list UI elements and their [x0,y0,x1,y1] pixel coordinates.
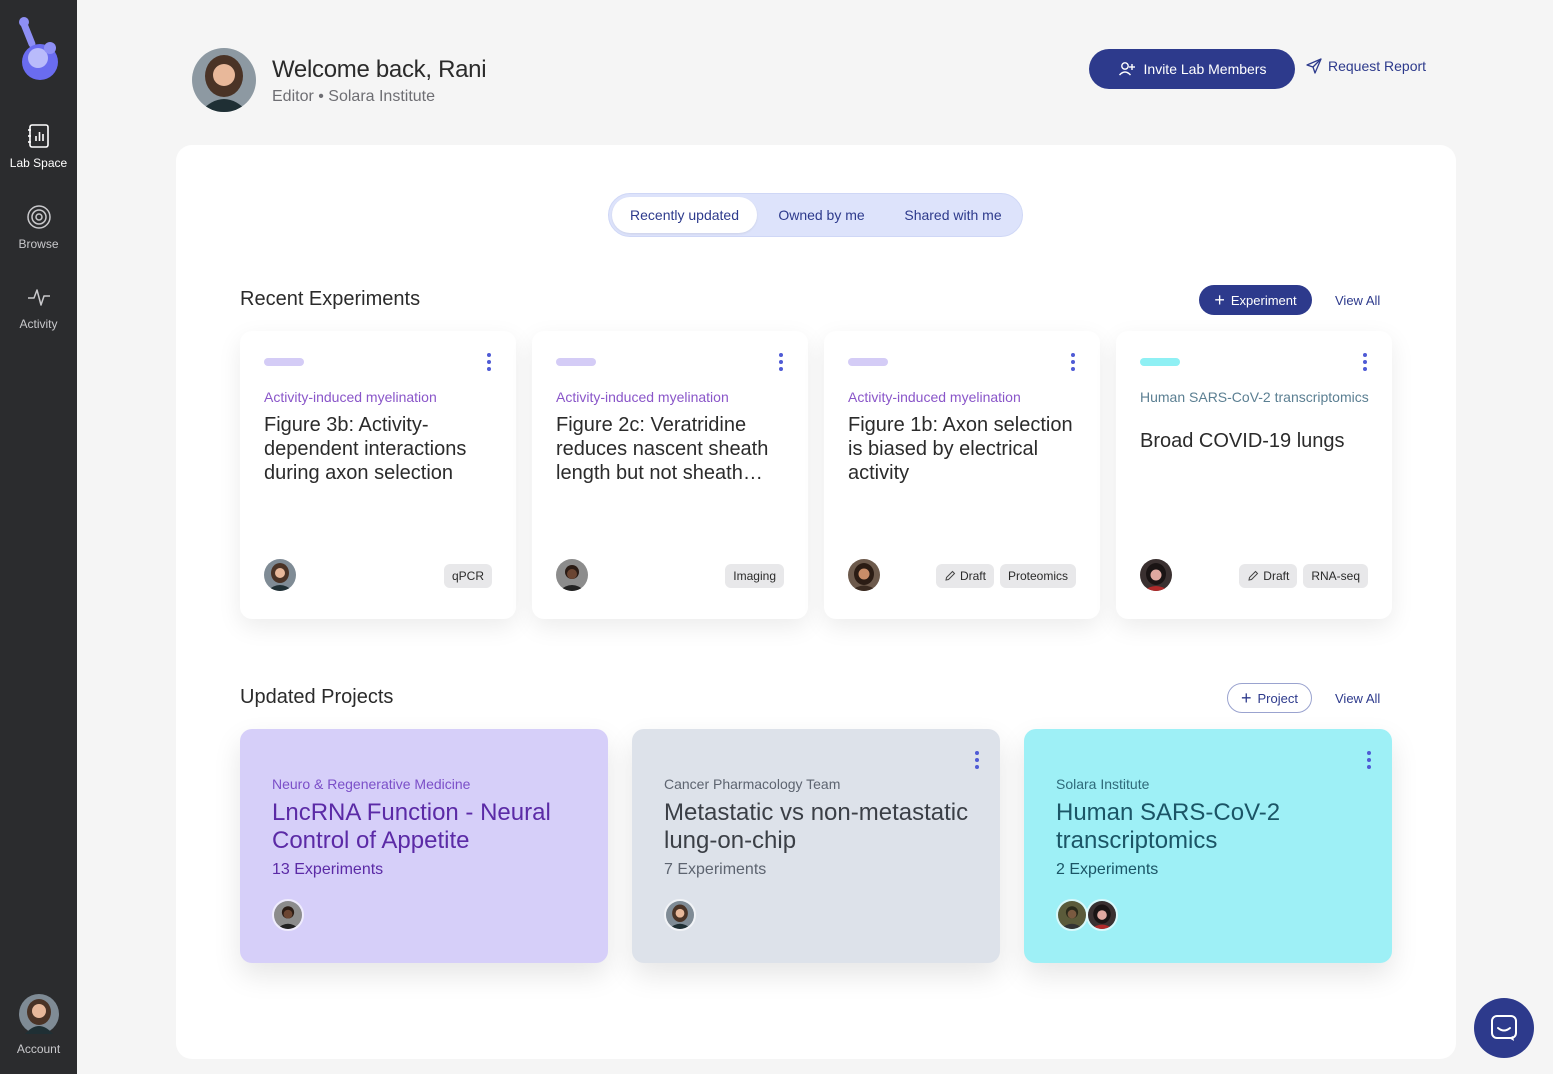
tag-list: qPCR [443,564,492,588]
experiment-category: Activity-induced myelination [848,389,1021,405]
target-icon [26,205,51,229]
card-accent-bar [264,358,304,366]
experiment-card[interactable]: Activity-induced myelination Figure 2c: … [532,331,808,619]
add-project-label: Project [1257,690,1298,706]
tag-label: Draft [1263,569,1290,583]
updated-projects-heading: Updated Projects [240,686,394,708]
tag-label: Draft [959,569,986,583]
tag: RNA-seq [1303,564,1368,588]
filter-tabs: Recently updated Owned by me Shared with… [608,193,1023,237]
chat-support-button[interactable] [1474,998,1534,1058]
request-report-link[interactable]: Request Report [1306,58,1426,74]
avatar [1056,899,1088,931]
more-options-icon[interactable] [771,351,791,373]
user-role-subtitle: Editor • Solara Institute [272,88,436,105]
project-title: Human SARS-CoV-2 transcriptomics [1056,799,1281,854]
experiment-title: Figure 1b: Axon selection is biased by e… [848,414,1073,484]
avatar [556,559,588,591]
notebook-chart-icon [27,124,49,148]
experiment-category: Activity-induced myelination [264,389,437,405]
add-experiment-label: Experiment [1230,292,1297,308]
user-avatar[interactable] [192,48,256,112]
draft-tag: Draft [935,564,994,588]
invite-label: Invite Lab Members [1143,61,1267,77]
sidebar-item-browse[interactable]: Browse [0,203,77,251]
sidebar-item-label: Lab Space [9,156,68,170]
plus-icon: + [1241,688,1252,708]
experiment-count: 13 Experiments [272,861,384,878]
project-team: Cancer Pharmacology Team [664,776,841,792]
card-accent-bar [848,358,888,366]
sidebar-item-activity[interactable]: Activity [0,283,77,331]
project-card[interactable]: Neuro & Regenerative Medicine LncRNA Fun… [240,729,608,963]
view-all-projects-link[interactable]: View All [1335,691,1380,706]
request-report-label: Request Report [1328,58,1427,74]
add-project-button[interactable]: + Project [1227,683,1312,713]
tag: Imaging [725,564,784,588]
tab-owned-by-me[interactable]: Owned by me [759,197,884,233]
sidebar-item-lab-space[interactable]: Lab Space [0,122,77,170]
more-options-icon[interactable] [1359,749,1379,771]
experiment-title: Figure 3b: Activity-dependent interactio… [264,414,467,484]
member-avatars [1056,899,1118,931]
avatar [664,899,696,931]
more-options-icon[interactable] [967,749,987,771]
sidebar-item-account[interactable]: Account [0,994,77,1056]
experiment-title: Broad COVID-19 lungs [1140,430,1345,452]
project-team: Neuro & Regenerative Medicine [272,776,471,792]
tag: Proteomics [999,564,1076,588]
avatar [264,559,296,591]
pencil-icon [1248,570,1259,581]
avatar [848,559,880,591]
more-options-icon[interactable] [1063,351,1083,373]
more-options-icon[interactable] [479,351,499,373]
add-experiment-button[interactable]: + Experiment [1199,285,1312,315]
plus-icon: + [1214,290,1225,310]
view-all-experiments-link[interactable]: View All [1335,293,1380,308]
pulse-icon [27,289,50,306]
member-avatars [664,899,696,931]
sidebar-item-label: Activity [19,317,58,331]
experiment-count: 2 Experiments [1056,861,1159,878]
experiment-card[interactable]: Human SARS-CoV-2 transcriptomics Broad C… [1116,331,1392,619]
project-title: Metastatic vs non-metastatic lung-on-chi… [664,799,969,854]
experiment-card[interactable]: Activity-induced myelination Figure 1b: … [824,331,1100,619]
avatar [1086,899,1118,931]
sidebar-item-label: Account [16,1042,61,1056]
tag-list: Draft Proteomics [935,564,1076,588]
app-logo[interactable] [14,14,62,84]
member-avatars [272,899,304,931]
tag-list: Draft RNA-seq [1239,564,1368,588]
project-team: Solara Institute [1056,776,1150,792]
experiment-title: Figure 2c: Veratridine reduces nascent s… [556,414,769,484]
chat-icon [1491,1015,1517,1041]
project-card[interactable]: Cancer Pharmacology Team Metastatic vs n… [632,729,1000,963]
recent-experiments-heading: Recent Experiments [240,288,421,310]
tab-recently-updated[interactable]: Recently updated [612,197,757,233]
avatar [1140,559,1172,591]
avatar [272,899,304,931]
card-accent-bar [556,358,596,366]
card-accent-bar [1140,358,1180,366]
draft-tag: Draft [1239,564,1298,588]
project-title: LncRNA Function - Neural Control of Appe… [272,799,551,854]
pencil-icon [945,570,956,581]
page-title: Welcome back, Rani [272,56,487,83]
send-icon [1306,58,1322,74]
sidebar-item-label: Browse [18,237,59,251]
more-options-icon[interactable] [1355,351,1375,373]
account-avatar [18,994,59,1034]
experiment-count: 7 Experiments [664,861,767,878]
project-card[interactable]: Solara Institute Human SARS-CoV-2 transc… [1024,729,1392,963]
tab-shared-with-me[interactable]: Shared with me [886,197,1020,233]
tag-list: Imaging [725,564,784,588]
sidebar: Lab Space Browse Activity Account [0,0,77,1074]
experiment-category: Activity-induced myelination [556,389,729,405]
experiment-card[interactable]: Activity-induced myelination Figure 3b: … [240,331,516,619]
tag: qPCR [443,564,492,588]
invite-lab-members-button[interactable]: Invite Lab Members [1089,49,1295,89]
add-user-icon [1118,62,1135,76]
experiment-category: Human SARS-CoV-2 transcriptomics [1140,389,1369,405]
